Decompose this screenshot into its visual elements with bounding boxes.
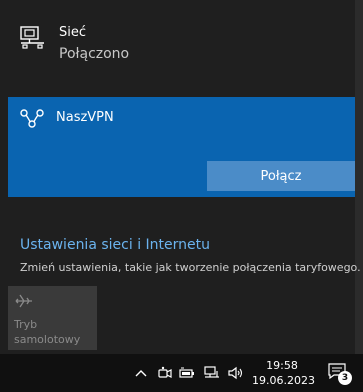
network-icon[interactable] — [204, 366, 220, 380]
notification-badge: 3 — [338, 371, 352, 385]
vpn-name: NaszVPN — [56, 110, 114, 125]
network-status: Połączono — [59, 46, 130, 62]
clock-time: 19:58 — [266, 359, 298, 372]
clock[interactable]: 19:58 19.06.2023 — [252, 358, 315, 388]
volume-icon[interactable] — [228, 366, 244, 380]
connect-button[interactable]: Połącz — [207, 161, 355, 191]
airplane-mode-label-line1: Tryb — [14, 318, 38, 331]
clock-date: 19.06.2023 — [252, 374, 315, 387]
taskbar: 19:58 19.06.2023 3 — [0, 354, 363, 392]
chevron-up-icon[interactable] — [133, 366, 149, 380]
network-settings-link[interactable]: Ustawienia sieci i Internetu — [20, 237, 210, 253]
airplane-icon — [15, 294, 32, 308]
battery-icon[interactable] — [179, 366, 195, 380]
airplane-mode-label-line2: samolotowy — [14, 333, 81, 346]
vpn-icon — [20, 109, 44, 128]
airplane-mode-label: Tryb samolotowy — [14, 317, 94, 347]
network-settings-description: Zmień ustawienia, takie jak tworzenie po… — [20, 261, 361, 274]
network-item[interactable]: Sieć Połączono — [0, 0, 355, 80]
ethernet-icon — [20, 26, 44, 49]
vpn-item[interactable]: NaszVPN Połącz — [8, 97, 355, 197]
notification-center-button[interactable]: 3 — [328, 363, 352, 385]
network-flyout: Sieć Połączono NaszVPN Połącz Ustawienia… — [0, 0, 363, 354]
airplane-mode-tile[interactable]: Tryb samolotowy — [8, 286, 97, 350]
flyout-edge — [355, 0, 363, 354]
meet-now-icon[interactable] — [157, 366, 173, 380]
network-name: Sieć — [59, 25, 87, 40]
